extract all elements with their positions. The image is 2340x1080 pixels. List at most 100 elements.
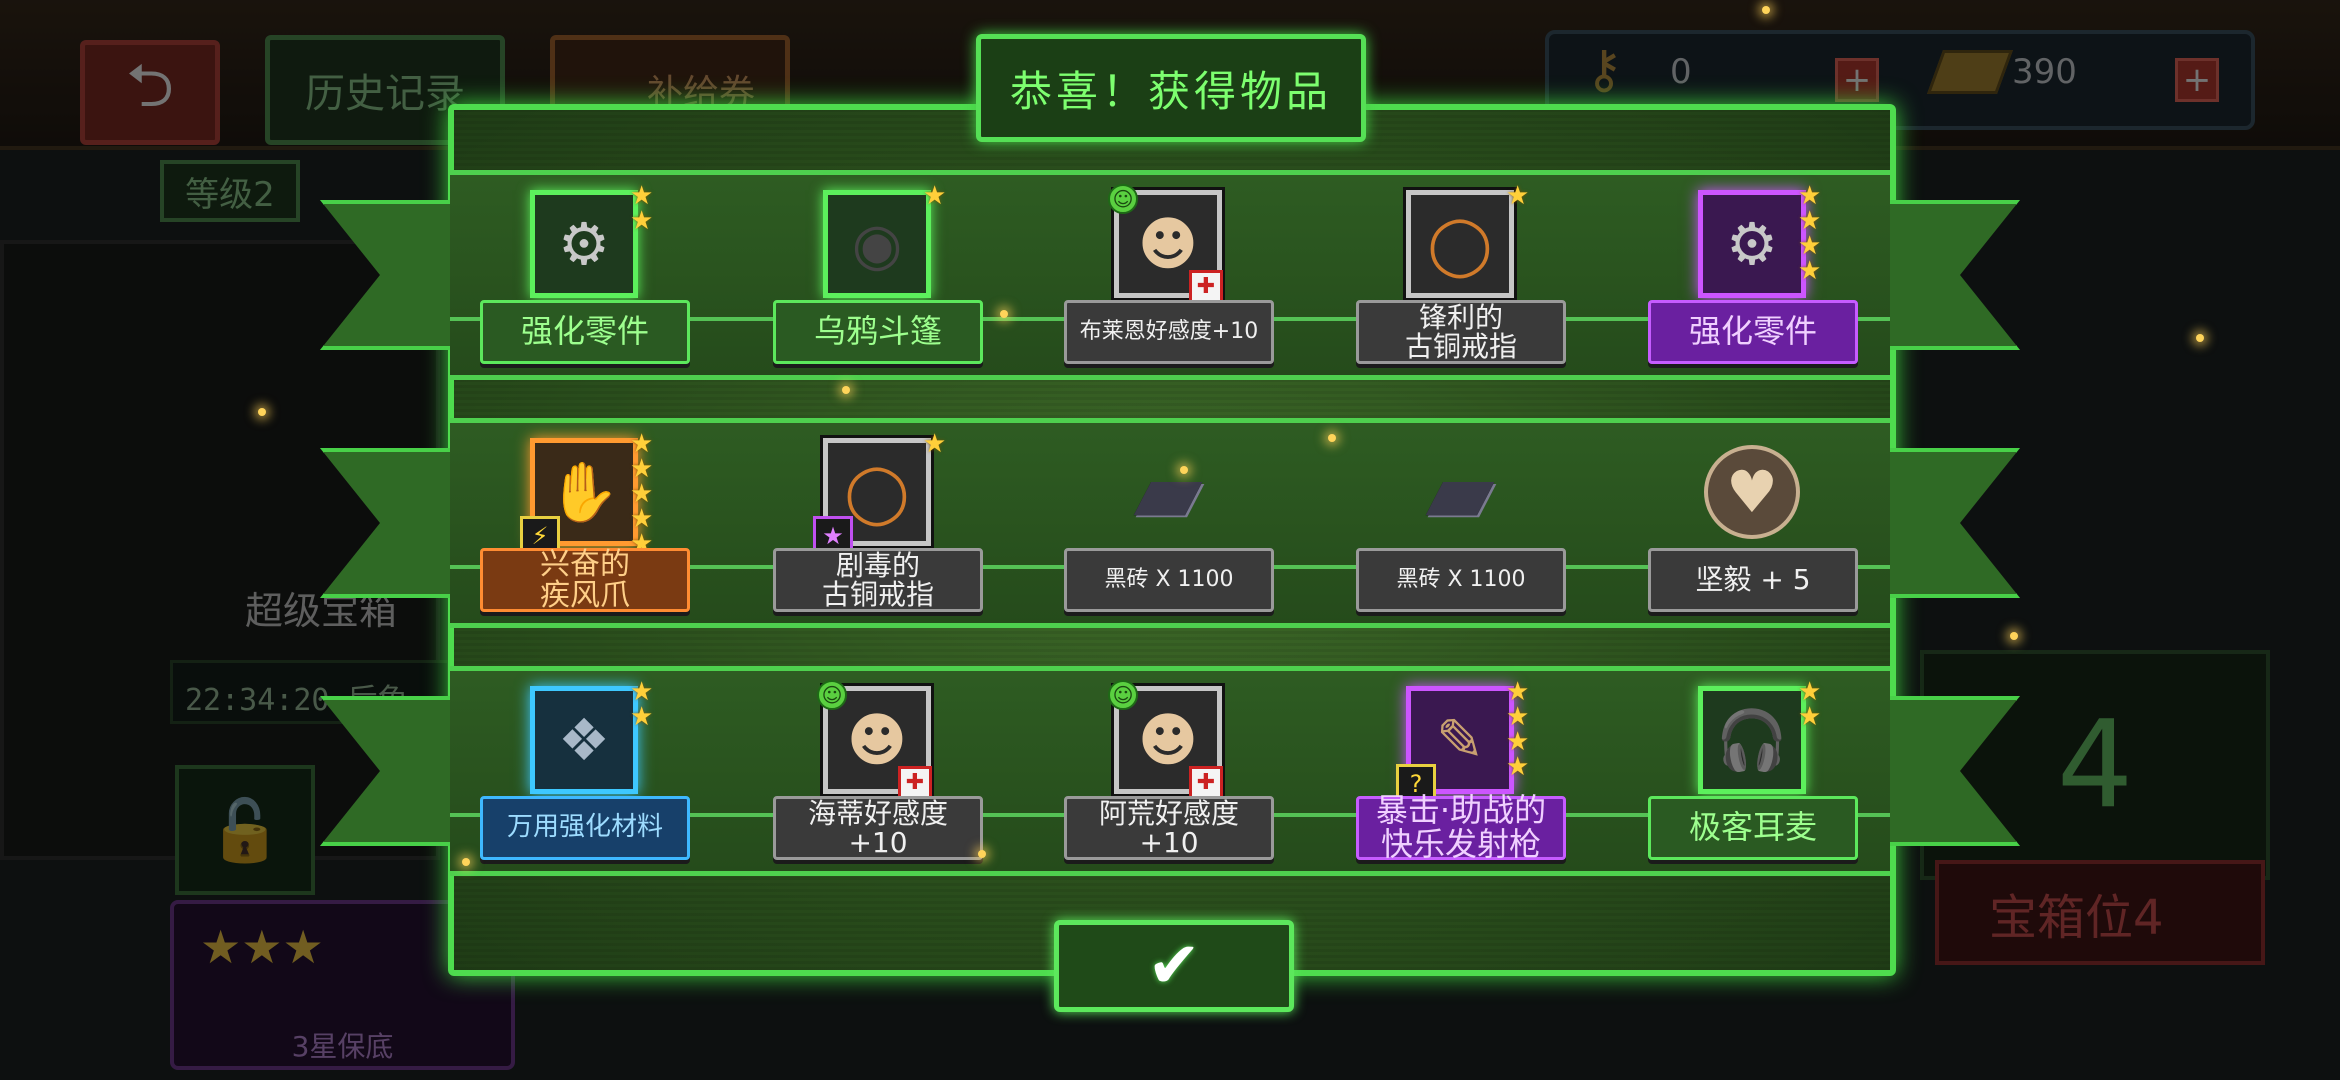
checkmark-icon: ✔: [1147, 929, 1201, 1003]
gift-icon: ✚: [1189, 766, 1223, 800]
modal-title: 恭喜！获得物品: [1009, 66, 1332, 116]
sparkle: [1180, 466, 1188, 474]
item-label: 布莱恩好感度+10: [1064, 300, 1274, 364]
ribbon-wing-left: [320, 696, 470, 846]
cloak-icon: ◉: [851, 210, 903, 278]
item-label: 万用强化材料: [480, 796, 690, 860]
back-arrow-icon: ⮌: [125, 50, 175, 121]
back-button[interactable]: ⮌: [80, 40, 220, 145]
reward-item[interactable]: ▰ 黑砖 X 1100: [1064, 432, 1284, 622]
headset-icon: 🎧: [1715, 706, 1789, 774]
reward-item[interactable]: 🎧 ★ ★ 极客耳麦: [1648, 679, 1868, 870]
character-portrait-icon: ☻: [1137, 706, 1199, 774]
reward-item[interactable]: ✎ ★ ★ ★ ★? 暴击·助战的 快乐发射枪: [1356, 679, 1576, 870]
heart-badge-icon: ♥: [1704, 445, 1800, 539]
item-label: 阿荒好感度+10: [1064, 796, 1274, 860]
item-label: 剧毒的 古铜戒指: [773, 548, 983, 612]
add-gold-button[interactable]: +: [2175, 58, 2219, 102]
item-icon-frame: ♥: [1698, 438, 1806, 546]
black-brick-icon: ▰: [1425, 439, 1495, 544]
black-brick-icon: ▰: [1133, 439, 1203, 544]
sparkle: [1762, 6, 1770, 14]
gear-part-icon: ⚙: [1726, 210, 1778, 278]
keys-count: 0: [1670, 52, 1692, 92]
item-label: 黑砖 X 1100: [1356, 548, 1566, 612]
modal-title-box: 恭喜！获得物品: [976, 34, 1366, 142]
sparkle: [978, 850, 986, 858]
item-label: 黑砖 X 1100: [1064, 548, 1274, 612]
rarity-stars: ★: [1506, 181, 1536, 211]
star-icon: ★: [630, 702, 654, 732]
sparkle: [258, 408, 266, 416]
gear-part-icon: ⚙: [558, 210, 610, 278]
star-icon: ★: [1798, 256, 1822, 286]
add-keys-button[interactable]: +: [1835, 58, 1879, 102]
item-label: 强化零件: [480, 300, 690, 364]
rarity-stars: ★ ★ ★ ★ ★: [630, 431, 660, 557]
sparkle: [2010, 632, 2018, 640]
reward-item[interactable]: ◯ ★ ★ 剧毒的 古铜戒指: [773, 429, 993, 622]
item-label: 暴击·助战的 快乐发射枪: [1356, 794, 1566, 861]
star-icon: ★: [923, 429, 947, 459]
rarity-stars: ★: [923, 429, 953, 459]
reward-item[interactable]: ✋ ★ ★ ★ ★ ★ ⚡ 兴奋的 疾风爪: [480, 431, 700, 622]
reward-item[interactable]: ◉ ★ 乌鸦斗篷: [773, 181, 993, 374]
gift-icon: ✚: [898, 766, 932, 800]
unlock-button[interactable]: 🔓: [175, 765, 315, 895]
rarity-stars: ★ ★ ★ ★: [1506, 679, 1536, 782]
item-icon-frame: ◉: [823, 190, 931, 298]
item-icon-frame: ⚙: [1698, 190, 1806, 298]
sparkle: [2196, 334, 2204, 342]
rarity-stars: ★ ★: [1798, 679, 1828, 730]
sparkle: [462, 858, 470, 866]
rarity-stars: ★: [923, 181, 953, 211]
material-crystal-icon: ❖: [558, 706, 610, 774]
item-label: 海蒂好感度+10: [773, 796, 983, 860]
item-icon-frame: ⚙: [530, 190, 638, 298]
blaster-icon: ✎: [1435, 706, 1485, 774]
ribbon-wing-right: [1870, 448, 2020, 598]
gift-icon: ✚: [1189, 270, 1223, 304]
reward-item[interactable]: ⚙ ★ ★ ★ ★ 强化零件: [1648, 183, 1868, 374]
unlock-icon: 🔓: [207, 795, 283, 866]
rarity-stars: ★ ★: [630, 679, 660, 732]
item-label: 乌鸦斗篷: [773, 300, 983, 364]
reward-item[interactable]: ◯ ★ 锋利的 古铜戒指: [1356, 181, 1576, 374]
confirm-button[interactable]: ✔: [1054, 920, 1294, 1012]
item-icon-frame: ▰: [1406, 438, 1514, 546]
item-label: 锋利的 古铜戒指: [1356, 300, 1566, 364]
ribbon-wing-right: [1870, 200, 2020, 350]
reward-item[interactable]: ♥ 坚毅 + 5: [1648, 432, 1868, 622]
reward-item[interactable]: ❖ ★ ★ 万用强化材料: [480, 679, 700, 870]
rarity-stars: ★ ★: [630, 183, 660, 236]
sparkle: [1000, 310, 1008, 318]
reward-item[interactable]: ☻ ☺ ✚ 阿荒好感度+10: [1064, 680, 1284, 870]
gold-count: 390: [2012, 52, 2077, 92]
star-icon: ★: [630, 206, 654, 236]
reward-item[interactable]: ⚙ ★ ★ 强化零件: [480, 183, 700, 374]
star-icon: ★: [1506, 752, 1530, 782]
ribbon-wing-left: [320, 200, 470, 350]
star-icon: ★: [923, 181, 947, 211]
stars-burst-icon: ★★★: [200, 920, 324, 974]
item-icon-frame: 🎧: [1698, 686, 1806, 794]
item-label: 极客耳麦: [1648, 796, 1858, 860]
sparkle: [842, 386, 850, 394]
ribbon-wing-right: [1870, 696, 2020, 846]
item-label: 兴奋的 疾风爪: [480, 548, 690, 612]
item-label: 坚毅 + 5: [1648, 548, 1858, 612]
reward-item[interactable]: ▰ 黑砖 X 1100: [1356, 432, 1576, 622]
guarantee-label: 3星保底: [291, 1030, 394, 1063]
character-portrait-icon: ☻: [1137, 210, 1199, 278]
sparkle: [1328, 434, 1336, 442]
ring-icon: ◯: [1427, 210, 1493, 278]
item-label: 强化零件: [1648, 300, 1858, 364]
key-icon: ⚷: [1585, 40, 1624, 100]
item-icon-frame: ❖: [530, 686, 638, 794]
item-icon-frame: ▰: [1114, 438, 1222, 546]
smile-icon: ☺: [1108, 680, 1138, 710]
reward-item[interactable]: ☻ ☺ ✚ 海蒂好感度+10: [773, 680, 993, 870]
character-portrait-icon: ☻: [846, 706, 908, 774]
star-icon: ★: [1506, 181, 1530, 211]
reward-item[interactable]: ☻ ☺ ✚ 布莱恩好感度+10: [1064, 184, 1284, 374]
